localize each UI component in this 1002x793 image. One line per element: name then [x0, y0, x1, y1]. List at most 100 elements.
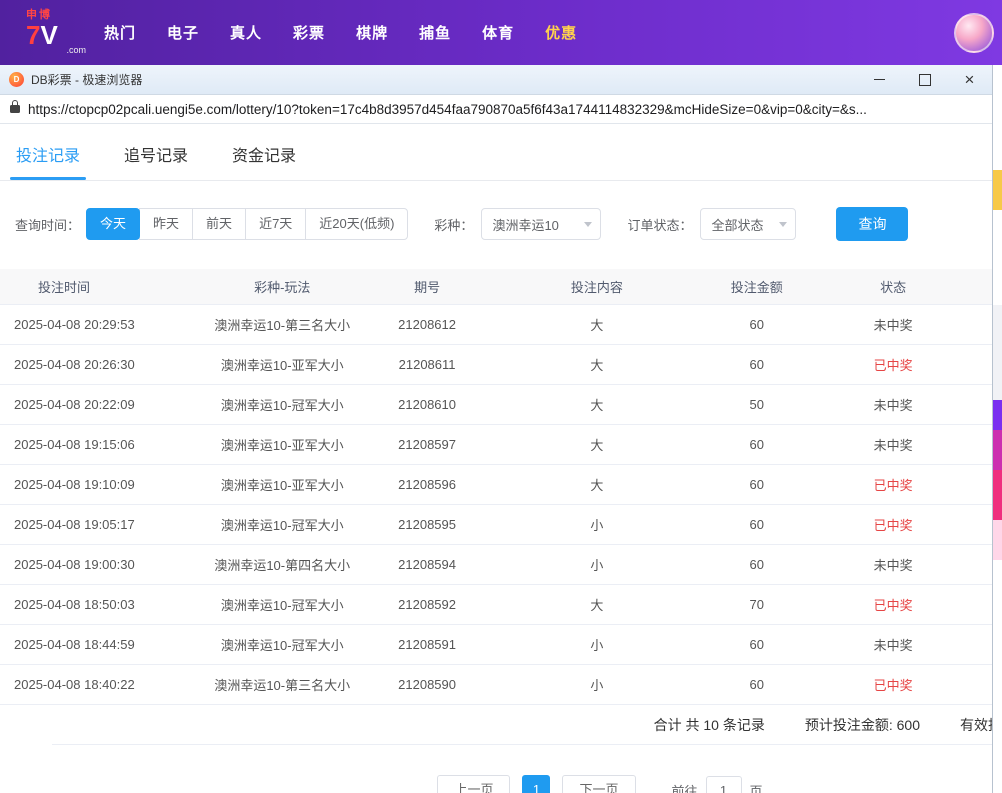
cell-amount: 60: [719, 437, 794, 452]
cell-issue: 21208590: [380, 677, 475, 692]
tab[interactable]: 资金记录: [232, 142, 296, 180]
tab[interactable]: 投注记录: [16, 142, 80, 180]
chevron-down-icon: [584, 222, 592, 227]
nav-item[interactable]: 优惠: [545, 22, 577, 43]
cell-game: 澳洲幸运10-亚军大小: [185, 435, 380, 454]
column-header: 投注内容: [475, 277, 720, 296]
tab[interactable]: 追号记录: [124, 142, 188, 180]
main-nav: 热门 电子 真人 彩票 棋牌 捕鱼 体育 优惠: [104, 22, 577, 43]
cell-time: 2025-04-08 20:26:30: [0, 357, 185, 372]
lock-icon: [10, 105, 20, 113]
cell-content: 小: [475, 635, 720, 654]
cell-time: 2025-04-08 19:00:30: [0, 557, 185, 572]
cell-amount: 60: [719, 517, 794, 532]
next-page-button[interactable]: 下一页: [562, 775, 635, 793]
bet-records-table: 投注时间彩种-玩法期号投注内容投注金额状态 2025-04-08 20:29:5…: [0, 269, 992, 705]
filter-bar: 查询时间： 今天昨天前天近7天近20天(低频) 彩种： 澳洲幸运10 订单状态：…: [0, 207, 992, 241]
cell-status: 未中奖: [794, 635, 992, 654]
cell-content: 大: [475, 395, 720, 414]
time-filter-button[interactable]: 昨天: [139, 208, 193, 240]
cell-amount: 60: [719, 637, 794, 652]
cell-game: 澳洲幸运10-第三名大小: [185, 315, 380, 334]
minimize-icon[interactable]: [857, 65, 902, 95]
nav-item[interactable]: 彩票: [293, 22, 325, 43]
table-row: 2025-04-08 19:05:17澳洲幸运10-冠军大小21208595小6…: [0, 505, 992, 545]
lottery-select[interactable]: 澳洲幸运10: [481, 208, 601, 240]
cell-issue: 21208594: [380, 557, 475, 572]
cell-status: 已中奖: [794, 515, 992, 534]
cell-game: 澳洲幸运10-冠军大小: [185, 515, 380, 534]
status-select[interactable]: 全部状态: [700, 208, 796, 240]
cell-game: 澳洲幸运10-亚军大小: [185, 475, 380, 494]
summary-bar: 合计 共 10 条记录 预计投注金额: 600 有效投注金额: [52, 705, 993, 745]
cell-status: 已中奖: [794, 595, 992, 614]
browser-window: D DB彩票 - 极速浏览器 × https://ctopcp02pcali.u…: [0, 65, 993, 793]
query-button[interactable]: 查询: [836, 207, 908, 241]
cell-amount: 60: [719, 317, 794, 332]
cell-time: 2025-04-08 20:29:53: [0, 317, 185, 332]
cell-content: 大: [475, 475, 720, 494]
cell-time: 2025-04-08 19:05:17: [0, 517, 185, 532]
cell-amount: 60: [719, 477, 794, 492]
url-text[interactable]: https://ctopcp02pcali.uengi5e.com/lotter…: [28, 102, 867, 117]
cell-time: 2025-04-08 19:15:06: [0, 437, 185, 452]
cell-game: 澳洲幸运10-亚军大小: [185, 355, 380, 374]
time-filter-button[interactable]: 前天: [192, 208, 246, 240]
nav-item[interactable]: 热门: [104, 22, 136, 43]
cell-amount: 60: [719, 357, 794, 372]
nav-item[interactable]: 体育: [482, 22, 514, 43]
table-row: 2025-04-08 19:10:09澳洲幸运10-亚军大小21208596大6…: [0, 465, 992, 505]
cell-status: 未中奖: [794, 315, 992, 334]
column-header: 状态: [794, 277, 992, 296]
cell-issue: 21208592: [380, 597, 475, 612]
cell-issue: 21208596: [380, 477, 475, 492]
browser-title: DB彩票 - 极速浏览器: [31, 71, 142, 88]
site-logo[interactable]: 申博 7V .com: [26, 10, 86, 55]
table-row: 2025-04-08 19:15:06澳洲幸运10-亚军大小21208597大6…: [0, 425, 992, 465]
cell-game: 澳洲幸运10-冠军大小: [185, 635, 380, 654]
cell-status: 已中奖: [794, 355, 992, 374]
maximize-icon[interactable]: [902, 65, 947, 95]
time-filter-button[interactable]: 今天: [86, 208, 140, 240]
prev-page-button[interactable]: 上一页: [437, 775, 510, 793]
chevron-down-icon: [779, 222, 787, 227]
pagination: 上一页 1 下一页 前往 页: [104, 775, 993, 793]
user-avatar[interactable]: [954, 13, 994, 53]
cell-amount: 60: [719, 677, 794, 692]
tab-bar: 投注记录 追号记录 资金记录: [0, 124, 992, 181]
address-bar[interactable]: https://ctopcp02pcali.uengi5e.com/lotter…: [0, 95, 992, 124]
lottery-select-value: 澳洲幸运10: [492, 215, 558, 234]
nav-item[interactable]: 棋牌: [356, 22, 388, 43]
browser-titlebar[interactable]: D DB彩票 - 极速浏览器 ×: [0, 65, 992, 95]
table-header-row: 投注时间彩种-玩法期号投注内容投注金额状态: [0, 269, 992, 305]
goto-page-input[interactable]: [706, 776, 742, 793]
cell-issue: 21208597: [380, 437, 475, 452]
table-row: 2025-04-08 19:00:30澳洲幸运10-第四名大小21208594小…: [0, 545, 992, 585]
cell-status: 已中奖: [794, 475, 992, 494]
nav-item[interactable]: 电子: [167, 22, 199, 43]
cell-game: 澳洲幸运10-第四名大小: [185, 555, 380, 574]
cell-amount: 50: [719, 397, 794, 412]
nav-item[interactable]: 真人: [230, 22, 262, 43]
nav-item[interactable]: 捕鱼: [419, 22, 451, 43]
time-filter-group: 今天昨天前天近7天近20天(低频): [86, 208, 408, 240]
cell-time: 2025-04-08 18:40:22: [0, 677, 185, 692]
status-select-value: 全部状态: [711, 215, 763, 234]
cell-content: 大: [475, 435, 720, 454]
goto-page: 前往 页: [672, 776, 763, 793]
table-row: 2025-04-08 20:26:30澳洲幸运10-亚军大小21208611大6…: [0, 345, 992, 385]
cell-issue: 21208611: [380, 357, 475, 372]
cell-content: 小: [475, 515, 720, 534]
cell-status: 已中奖: [794, 675, 992, 694]
cell-content: 小: [475, 555, 720, 574]
time-filter-button[interactable]: 近7天: [245, 208, 306, 240]
cell-game: 澳洲幸运10-冠军大小: [185, 395, 380, 414]
goto-label: 前往: [672, 781, 698, 793]
cell-amount: 70: [719, 597, 794, 612]
close-icon[interactable]: ×: [947, 65, 992, 95]
cell-time: 2025-04-08 19:10:09: [0, 477, 185, 492]
time-filter-button[interactable]: 近20天(低频): [305, 208, 408, 240]
table-row: 2025-04-08 20:29:53澳洲幸运10-第三名大小21208612大…: [0, 305, 992, 345]
current-page-badge[interactable]: 1: [522, 775, 550, 793]
table-row: 2025-04-08 18:40:22澳洲幸运10-第三名大小21208590小…: [0, 665, 992, 705]
